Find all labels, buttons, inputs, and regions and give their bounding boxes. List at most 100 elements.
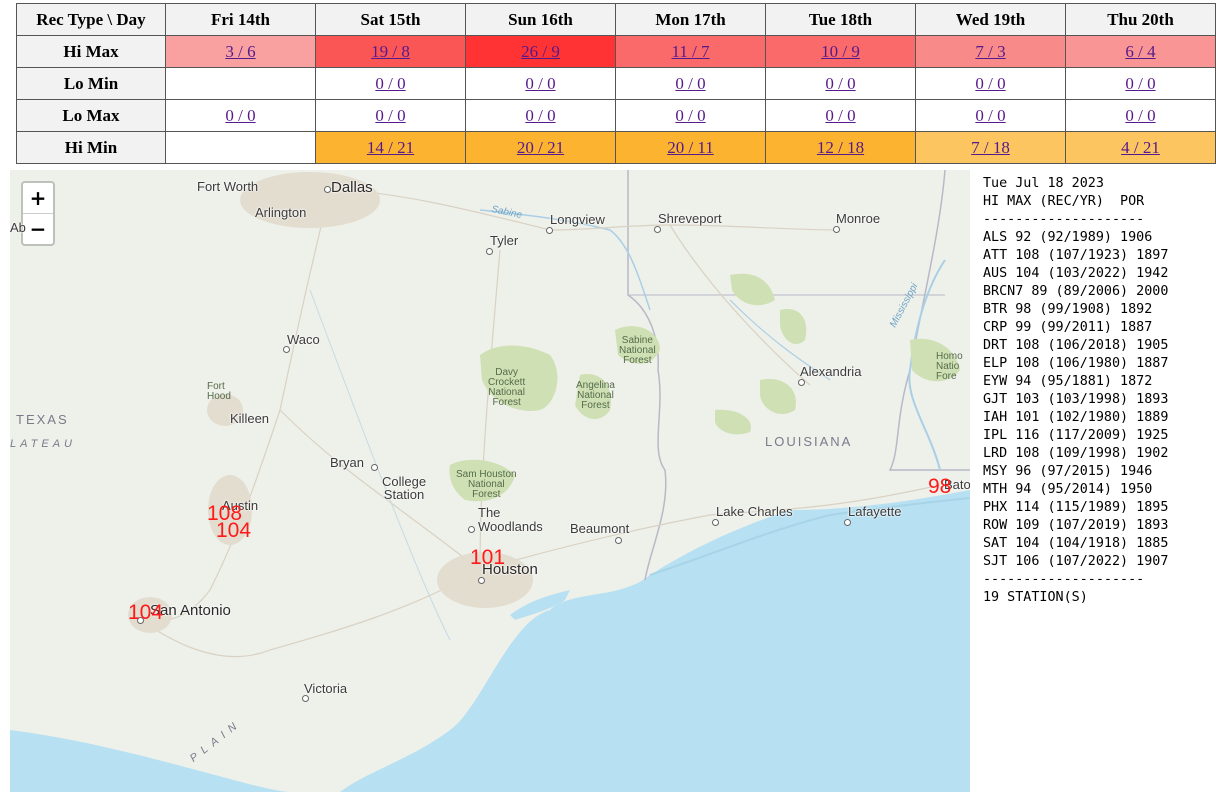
- city-fort-worth: Fort Worth: [197, 179, 259, 194]
- day-header: Tue 18th: [765, 3, 916, 36]
- city-lafayette: Lafayette: [848, 504, 902, 519]
- map[interactable]: + − Fort Worth Dallas Arlington Ab Sabin…: [10, 170, 970, 792]
- city-tyler: Tyler: [490, 233, 519, 248]
- record-count-link[interactable]: 0 / 0: [975, 106, 1005, 125]
- table-cell: 4 / 21: [1065, 131, 1216, 164]
- record-count-link[interactable]: 14 / 21: [367, 138, 414, 157]
- table-cell: 0 / 0: [915, 67, 1066, 100]
- row-header: Hi Max: [16, 35, 166, 68]
- record-value-san-antonio[interactable]: 104: [128, 602, 163, 623]
- record-value-baton-rouge[interactable]: 98: [928, 476, 951, 497]
- table-row: Hi Max 3 / 6 19 / 8 26 / 9 11 / 7 10 / 9 7 / 3…: [16, 35, 1216, 68]
- table-cell: 6 / 4: [1065, 35, 1216, 68]
- record-count-link[interactable]: 0 / 0: [225, 106, 255, 125]
- row-header: Lo Max: [16, 99, 166, 132]
- table-row: Lo Max 0 / 0 0 / 0 0 / 0 0 / 0 0 / 0 0 / 0 0 / …: [16, 99, 1216, 132]
- city-monroe: Monroe: [836, 211, 881, 226]
- table-cell: 7 / 3: [915, 35, 1066, 68]
- station-line: BTR 98 (99/1908) 1892: [983, 302, 1153, 317]
- record-count-link[interactable]: 0 / 0: [825, 74, 855, 93]
- record-count-link[interactable]: 0 / 0: [675, 74, 705, 93]
- record-count-link[interactable]: 20 / 21: [517, 138, 564, 157]
- record-count-link[interactable]: 0 / 0: [825, 106, 855, 125]
- record-count-link[interactable]: 26 / 9: [521, 42, 560, 61]
- record-count-link[interactable]: 7 / 18: [971, 138, 1010, 157]
- record-count-link[interactable]: 0 / 0: [525, 74, 555, 93]
- record-value-houston[interactable]: 101: [470, 547, 505, 568]
- record-count-link[interactable]: 11 / 7: [671, 42, 709, 61]
- records-table: Rec Type \ Day Fri 14th Sat 15th Sun 16t…: [16, 3, 1216, 164]
- city-dot: [486, 248, 493, 255]
- region-plateau: LATEAU: [10, 438, 76, 450]
- station-line: ATT 108 (107/1923) 1897: [983, 248, 1169, 263]
- station-line: MSY 96 (97/2015) 1946: [983, 464, 1153, 479]
- record-value-austin[interactable]: 104: [216, 520, 251, 541]
- row-header: Lo Min: [16, 67, 166, 100]
- zoom-control: + −: [21, 181, 55, 246]
- city-college-station: College Station: [382, 474, 427, 502]
- region-louisiana: LOUISIANA: [765, 434, 853, 449]
- city-fort-hood: Fort Hood: [207, 381, 231, 402]
- station-line: BRCN7 89 (89/2006) 2000: [983, 284, 1169, 299]
- record-count-link[interactable]: 0 / 0: [675, 106, 705, 125]
- record-count-link[interactable]: 4 / 21: [1121, 138, 1160, 157]
- record-count-link[interactable]: 0 / 0: [375, 74, 405, 93]
- station-line: EYW 94 (95/1881) 1872: [983, 374, 1153, 389]
- record-count-link[interactable]: 3 / 6: [225, 42, 255, 61]
- record-count-link[interactable]: 0 / 0: [375, 106, 405, 125]
- table-cell: 0 / 0: [1065, 67, 1216, 100]
- record-count-link[interactable]: 7 / 3: [975, 42, 1005, 61]
- day-header: Sat 15th: [315, 3, 466, 36]
- station-line: IPL 116 (117/2009) 1925: [983, 428, 1169, 443]
- table-cell: [165, 131, 316, 164]
- report-divider: --------------------: [983, 212, 1145, 227]
- city-dot: [478, 577, 485, 584]
- station-line: IAH 101 (102/1980) 1889: [983, 410, 1169, 425]
- record-count-link[interactable]: 12 / 18: [817, 138, 864, 157]
- report-footer: 19 STATION(S): [983, 590, 1088, 605]
- record-count-link[interactable]: 0 / 0: [975, 74, 1005, 93]
- table-cell: 0 / 0: [765, 99, 916, 132]
- city-dot: [798, 379, 805, 386]
- station-line: LRD 108 (109/1998) 1902: [983, 446, 1169, 461]
- record-count-link[interactable]: 20 / 11: [667, 138, 714, 157]
- city-dot: [654, 226, 661, 233]
- zoom-out-button[interactable]: −: [23, 213, 53, 244]
- table-cell: 0 / 0: [1065, 99, 1216, 132]
- corner-header: Rec Type \ Day: [16, 3, 166, 36]
- day-header: Fri 14th: [165, 3, 316, 36]
- city-dot: [546, 227, 553, 234]
- forest-label-sam-houston: Sam Houston National Forest: [456, 469, 517, 500]
- station-line: ELP 108 (106/1980) 1887: [983, 356, 1169, 371]
- city-dot: [844, 519, 851, 526]
- station-report: Tue Jul 18 2023 HI MAX (REC/YR) POR ------…: [983, 175, 1168, 607]
- record-count-link[interactable]: 10 / 9: [821, 42, 860, 61]
- city-dot: [833, 226, 840, 233]
- city-the-woodlands: The Woodlands: [478, 505, 543, 534]
- record-count-link[interactable]: 0 / 0: [1125, 106, 1155, 125]
- record-count-link[interactable]: 0 / 0: [525, 106, 555, 125]
- zoom-in-button[interactable]: +: [23, 183, 53, 213]
- table-row: Hi Min 14 / 21 20 / 21 20 / 11 12 / 18 7 / 18…: [16, 131, 1216, 164]
- city-dot: [324, 186, 331, 193]
- table-cell: 0 / 0: [615, 67, 766, 100]
- table-cell: 19 / 8: [315, 35, 466, 68]
- record-count-link[interactable]: 19 / 8: [371, 42, 410, 61]
- forest-label-davy-crockett: Davy Crockett National Forest: [488, 367, 526, 408]
- region-texas: TEXAS: [16, 412, 69, 427]
- table-cell: 0 / 0: [465, 67, 616, 100]
- day-header: Mon 17th: [615, 3, 766, 36]
- station-line: MTH 94 (95/2014) 1950: [983, 482, 1153, 497]
- record-count-link[interactable]: 6 / 4: [1125, 42, 1155, 61]
- city-killeen: Killeen: [230, 411, 270, 426]
- table-cell: 11 / 7: [615, 35, 766, 68]
- station-line: PHX 114 (115/1989) 1895: [983, 500, 1169, 515]
- table-cell: 0 / 0: [315, 67, 466, 100]
- day-header: Sun 16th: [465, 3, 616, 36]
- table-cell: 0 / 0: [765, 67, 916, 100]
- table-cell: 0 / 0: [615, 99, 766, 132]
- record-count-link[interactable]: 0 / 0: [1125, 74, 1155, 93]
- table-cell: 0 / 0: [915, 99, 1066, 132]
- city-longview: Longview: [550, 212, 605, 227]
- forests: [449, 273, 960, 502]
